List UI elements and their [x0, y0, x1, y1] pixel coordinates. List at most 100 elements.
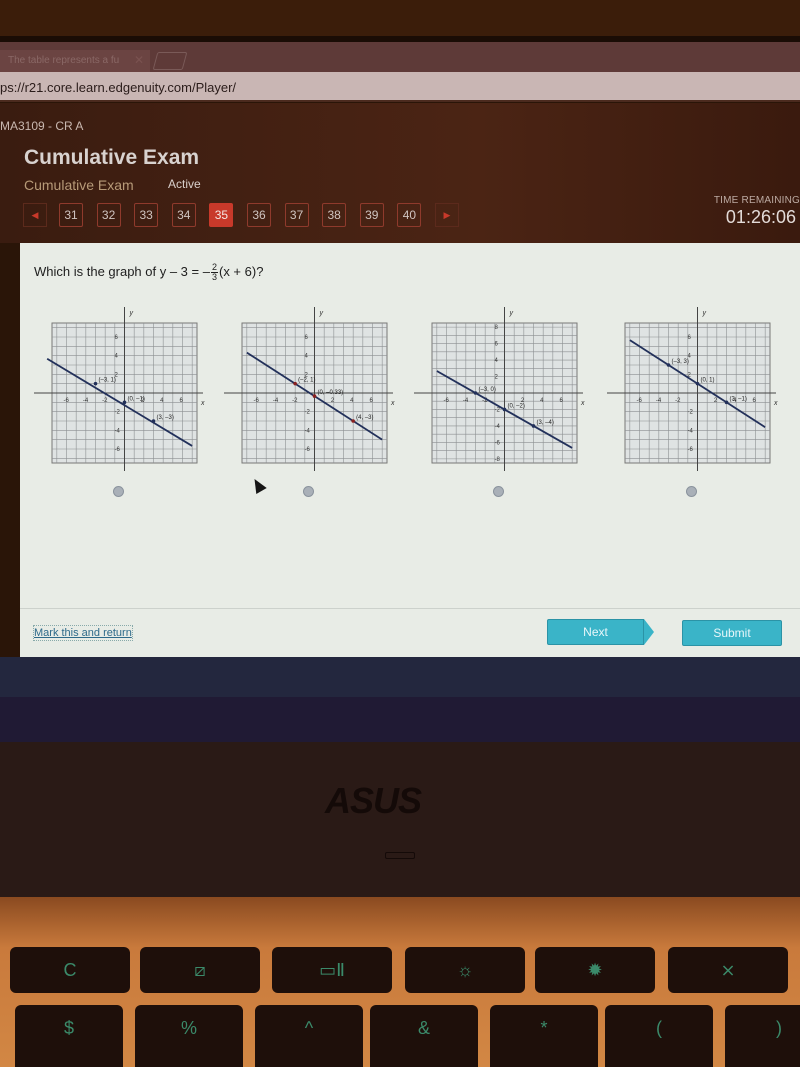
y-tick-label: -6 [115, 447, 121, 453]
y-tick-label: -8 [495, 457, 501, 463]
graph-point [531, 424, 536, 428]
question-button-32[interactable]: 32 [96, 203, 121, 227]
point-label: (0, –0.33) [318, 390, 344, 396]
x-tick-label: -4 [273, 398, 279, 404]
graph-point [93, 381, 98, 386]
chevron-left-icon: ◀ [31, 210, 39, 220]
x-tick-label: -2 [675, 398, 681, 404]
function-key[interactable]: ▭Ⅱ [272, 947, 392, 993]
y-tick-label: -2 [115, 410, 121, 416]
number-key[interactable]: * [490, 1005, 598, 1067]
x-tick-label: -6 [64, 398, 70, 404]
question-button-35[interactable]: 35 [209, 203, 234, 227]
number-key[interactable]: ^ [255, 1005, 363, 1067]
question-button-38[interactable]: 38 [322, 203, 347, 227]
fraction: 23 [210, 263, 218, 282]
point-label: (0, 1) [701, 378, 715, 384]
question-button-36[interactable]: 36 [247, 203, 271, 227]
x-tick-label: -2 [292, 398, 298, 404]
y-tick-label: -6 [495, 440, 501, 446]
x-axis-label: x [580, 400, 585, 407]
prev-question-button[interactable]: ◀ [23, 203, 47, 227]
question-prefix: Which is the graph of y – 3 = – [34, 263, 210, 279]
function-key[interactable]: ☼ [405, 947, 525, 993]
mark-and-return-link[interactable]: Mark this and return [33, 625, 133, 641]
answer-radio-4[interactable] [686, 486, 697, 497]
graph-option-1: xy-6 -4 -2 2 4 6642-2-4-6(–3, 1)(0, –1)(3, –3… [34, 307, 205, 471]
function-key[interactable]: C [10, 947, 130, 993]
x-axis-label: x [200, 400, 205, 407]
y-axis-label: y [129, 310, 134, 317]
graph-point [351, 419, 355, 423]
y-axis-label: y [509, 310, 514, 317]
number-key[interactable]: & [370, 1005, 478, 1067]
question-button-31[interactable]: 31 [59, 203, 83, 227]
x-tick-label: -6 [444, 398, 450, 404]
next-question-button[interactable]: ▶ [435, 203, 459, 227]
exam-subtitle: Cumulative Exam [24, 177, 134, 193]
x-tick-label: -4 [83, 398, 89, 404]
fraction-denominator: 3 [211, 272, 217, 282]
y-tick-label: -4 [305, 428, 311, 434]
y-axis-label: y [319, 310, 324, 317]
x-tick-label: -2 [102, 398, 108, 404]
number-key[interactable]: ( [605, 1005, 713, 1067]
y-axis-label: y [702, 310, 707, 317]
y-tick-label: -2 [495, 407, 501, 413]
browser-tab[interactable]: The table represents a fu ✕ [0, 50, 150, 72]
question-suffix: (x + 6)? [218, 263, 264, 279]
point-label: (3, –1) [730, 396, 747, 402]
x-tick-label: -6 [254, 398, 260, 404]
y-tick-label: -4 [495, 424, 501, 430]
graph-point [473, 391, 478, 395]
number-key[interactable]: % [135, 1005, 243, 1067]
x-axis-label: x [773, 400, 778, 407]
x-tick-label: -6 [637, 398, 643, 404]
graph-point [724, 400, 729, 405]
function-key[interactable]: ✹ [535, 947, 655, 993]
y-tick-label: -4 [688, 428, 694, 434]
next-button-arrow[interactable] [644, 619, 654, 645]
close-icon[interactable]: ✕ [134, 53, 144, 67]
point-label: (–3, 0) [479, 387, 496, 393]
address-bar[interactable]: ps://r21.core.learn.edgenuity.com/Player… [0, 72, 800, 102]
number-key[interactable]: ) [725, 1005, 800, 1067]
point-label: (–3, 3) [672, 359, 689, 365]
brand-logo: ASUS [325, 780, 422, 821]
chevron-right-icon: ▶ [443, 210, 451, 220]
answer-radio-3[interactable] [493, 486, 504, 497]
browser-tabbar: The table represents a fu ✕ [0, 42, 800, 72]
url-text[interactable]: ps://r21.core.learn.edgenuity.com/Player… [0, 80, 236, 95]
graph-point [293, 381, 297, 386]
point-label: (3, –3) [157, 415, 174, 421]
point-label: (4, –3) [356, 415, 373, 421]
number-key[interactable]: $ [15, 1005, 123, 1067]
keyboard-deck: C ⧄ ▭Ⅱ ☼ ✹ ⨯ $% ^ & *() [0, 897, 800, 1067]
y-tick-label: -4 [115, 428, 121, 434]
question-button-39[interactable]: 39 [359, 203, 384, 227]
question-text: Which is the graph of y – 3 = –2 3 (x + 6)… [34, 263, 263, 282]
question-button-37[interactable]: 37 [284, 203, 309, 227]
question-button-40[interactable]: 40 [397, 203, 422, 227]
new-tab-button[interactable] [152, 52, 188, 70]
next-button[interactable]: Next [547, 619, 644, 645]
answer-radio-1[interactable] [113, 486, 124, 497]
graph-option-2: xy-6 -4 -2 2 4 6642-2-4-6(–2, 1)(0, –0.33)(4,… [224, 307, 395, 471]
exam-header: MA3109 - CR A Cumulative Exam Cumulative… [0, 103, 800, 243]
answer-radio-2[interactable] [303, 486, 314, 497]
function-key[interactable]: ⨯ [668, 947, 788, 993]
course-code: MA3109 - CR A [0, 119, 84, 133]
time-remaining-label: TIME REMAINING [713, 195, 800, 206]
graph-point [666, 363, 671, 367]
graph-point [312, 394, 317, 398]
submit-button[interactable]: Submit [682, 620, 782, 646]
x-tick-label: -4 [463, 398, 469, 404]
x-tick-label: -4 [656, 398, 662, 404]
function-key[interactable]: ⧄ [140, 947, 260, 993]
question-panel: Which is the graph of y – 3 = –2 3 (x + 6)… [20, 243, 800, 657]
question-button-34[interactable]: 34 [171, 203, 196, 227]
question-button-33[interactable]: 33 [134, 203, 159, 227]
tab-title: The table represents a fu [8, 55, 120, 66]
x-axis-label: x [390, 400, 395, 407]
time-remaining-value: 01:26:06 [725, 207, 796, 227]
